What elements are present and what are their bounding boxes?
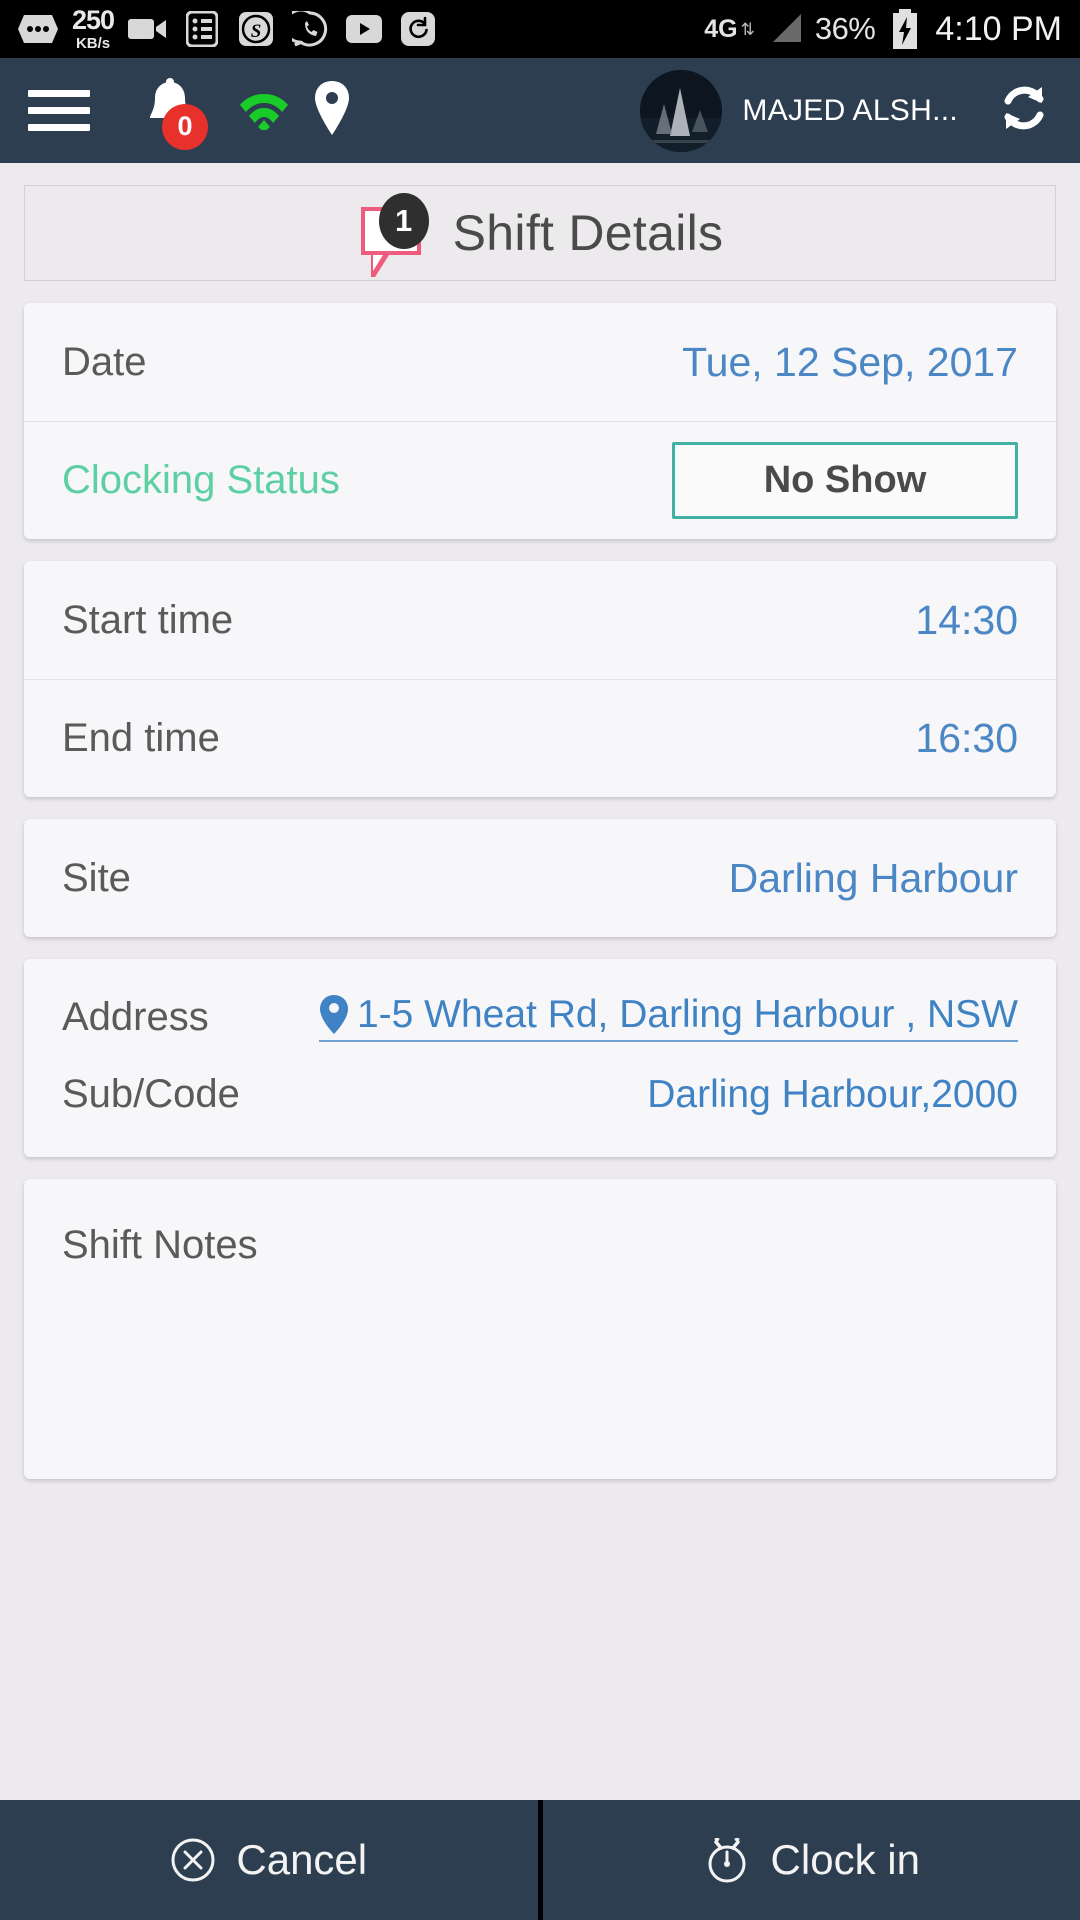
site-label: Site bbox=[62, 855, 131, 900]
address-row: Address 1-5 Wheat Rd, Darling Harbour , … bbox=[62, 993, 1018, 1042]
clocking-status-row[interactable]: Clocking Status No Show bbox=[24, 421, 1056, 539]
list-icon bbox=[182, 9, 222, 49]
date-label: Date bbox=[62, 339, 147, 384]
end-time-label: End time bbox=[62, 716, 220, 760]
clocking-status-label: Clocking Status bbox=[62, 458, 340, 502]
site-card: Site Darling Harbour bbox=[24, 819, 1056, 937]
circle-x-icon bbox=[171, 1838, 215, 1882]
sync-icon bbox=[398, 9, 438, 49]
start-time-value: 14:30 bbox=[915, 596, 1018, 643]
status-bar-right-icons: 4G ⇅ 36% 4:10 PM bbox=[704, 9, 1062, 49]
cancel-button-label: Cancel bbox=[236, 1836, 368, 1883]
address-card: Address 1-5 Wheat Rd, Darling Harbour , … bbox=[24, 959, 1056, 1157]
notification-count-badge: 0 bbox=[162, 103, 208, 150]
subcode-label: Sub/Code bbox=[62, 1072, 240, 1116]
status-badge: No Show bbox=[672, 442, 1018, 519]
battery-charging-icon bbox=[885, 9, 925, 49]
system-status-bar: 250 KB/s S 4G ⇅ 36% 4:10 PM bbox=[0, 0, 1080, 58]
more-dots-icon bbox=[18, 9, 58, 49]
clock-in-button[interactable]: Clock in bbox=[543, 1800, 1080, 1920]
address-link[interactable]: 1-5 Wheat Rd, Darling Harbour , NSW bbox=[318, 993, 1018, 1042]
app-header-bar: 0 MAJED ALSH... bbox=[0, 58, 1080, 163]
address-label: Address bbox=[62, 995, 209, 1039]
svg-text:S: S bbox=[251, 21, 262, 42]
date-value: Tue, 12 Sep, 2017 bbox=[682, 338, 1018, 385]
app-root: 250 KB/s S 4G ⇅ 36% 4:10 PM 0 MAJED ALSH… bbox=[0, 0, 1080, 1920]
system-clock-label: 4:10 PM bbox=[935, 9, 1062, 48]
end-time-value: 16:30 bbox=[915, 715, 1018, 761]
shift-summary-card: Date Tue, 12 Sep, 2017 Clocking Status N… bbox=[24, 303, 1056, 539]
whatsapp-icon bbox=[290, 9, 330, 49]
page-title-bar: 1 Shift Details bbox=[24, 185, 1056, 281]
hamburger-menu-icon[interactable] bbox=[28, 90, 90, 131]
address-value: 1-5 Wheat Rd, Darling Harbour , NSW bbox=[356, 993, 1018, 1036]
date-row[interactable]: Date Tue, 12 Sep, 2017 bbox=[24, 303, 1056, 421]
clock-in-button-label: Clock in bbox=[770, 1836, 920, 1883]
chat-unread-badge: 1 bbox=[378, 193, 429, 249]
wifi-icon[interactable] bbox=[238, 86, 290, 135]
video-camera-icon bbox=[128, 9, 168, 49]
start-time-label: Start time bbox=[62, 597, 234, 642]
data-transfer-arrows-icon: ⇅ bbox=[740, 19, 755, 39]
data-speed-value: 250 bbox=[72, 5, 115, 35]
cancel-button[interactable]: Cancel bbox=[0, 1800, 538, 1920]
page-title: Shift Details bbox=[452, 205, 724, 261]
map-pin-icon bbox=[319, 995, 348, 1034]
stopwatch-icon bbox=[708, 1837, 746, 1883]
status-bar-left-icons: 250 KB/s S bbox=[18, 7, 704, 51]
shazam-icon: S bbox=[236, 9, 276, 49]
avatar[interactable] bbox=[640, 69, 723, 152]
subcode-row: Sub/Code Darling Harbour,2000 bbox=[62, 1072, 1018, 1117]
battery-percent-label: 36% bbox=[814, 11, 876, 46]
user-name-label: MAJED ALSH... bbox=[742, 93, 958, 127]
notifications-button[interactable]: 0 bbox=[142, 77, 208, 150]
network-type-indicator: 4G ⇅ bbox=[704, 14, 755, 43]
site-row[interactable]: Site Darling Harbour bbox=[24, 819, 1056, 937]
data-speed-indicator: 250 KB/s bbox=[72, 5, 115, 52]
youtube-icon bbox=[344, 9, 384, 49]
data-speed-unit: KB/s bbox=[75, 35, 111, 52]
signal-strength-icon bbox=[765, 9, 805, 49]
chat-bubble-icon[interactable]: 1 bbox=[357, 193, 429, 277]
bottom-action-bar: Cancel Clock in bbox=[0, 1800, 1080, 1920]
start-time-row[interactable]: Start time 14:30 bbox=[24, 561, 1056, 679]
subcode-value: Darling Harbour,2000 bbox=[647, 1072, 1018, 1116]
refresh-icon[interactable] bbox=[996, 79, 1052, 142]
shift-times-card: Start time 14:30 End time 16:30 bbox=[24, 561, 1056, 797]
site-value: Darling Harbour bbox=[728, 854, 1018, 901]
shift-notes-card[interactable]: Shift Notes bbox=[24, 1179, 1056, 1479]
location-pin-icon[interactable] bbox=[312, 79, 352, 142]
end-time-row[interactable]: End time 16:30 bbox=[24, 679, 1056, 797]
network-type-label: 4G bbox=[704, 14, 738, 43]
shift-notes-label: Shift Notes bbox=[62, 1223, 258, 1267]
page-content: 1 Shift Details Date Tue, 12 Sep, 2017 C… bbox=[0, 163, 1080, 1800]
